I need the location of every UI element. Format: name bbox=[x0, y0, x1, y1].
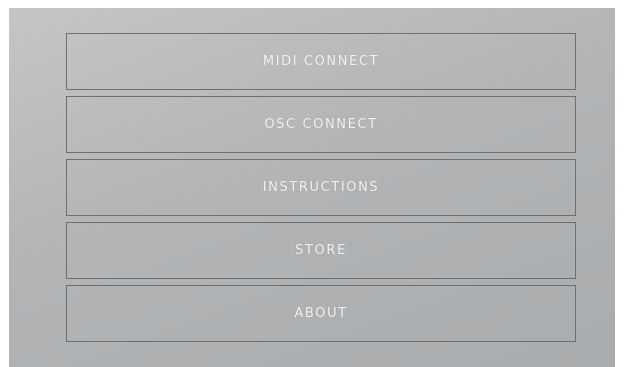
about-button[interactable]: ABOUT bbox=[66, 285, 576, 342]
midi-connect-label: MIDI CONNECT bbox=[262, 54, 380, 69]
instructions-button[interactable]: INSTRUCTIONS bbox=[66, 159, 576, 216]
osc-connect-button[interactable]: OSC CONNECT bbox=[66, 96, 576, 153]
store-label: STORE bbox=[295, 243, 347, 258]
osc-connect-label: OSC CONNECT bbox=[264, 117, 378, 132]
about-label: ABOUT bbox=[294, 306, 348, 321]
main-menu: MIDI CONNECT OSC CONNECT INSTRUCTIONS ST… bbox=[66, 33, 576, 342]
store-button[interactable]: STORE bbox=[66, 222, 576, 279]
instructions-label: INSTRUCTIONS bbox=[262, 180, 380, 195]
main-panel: MIDI CONNECT OSC CONNECT INSTRUCTIONS ST… bbox=[9, 8, 615, 367]
midi-connect-button[interactable]: MIDI CONNECT bbox=[66, 33, 576, 90]
